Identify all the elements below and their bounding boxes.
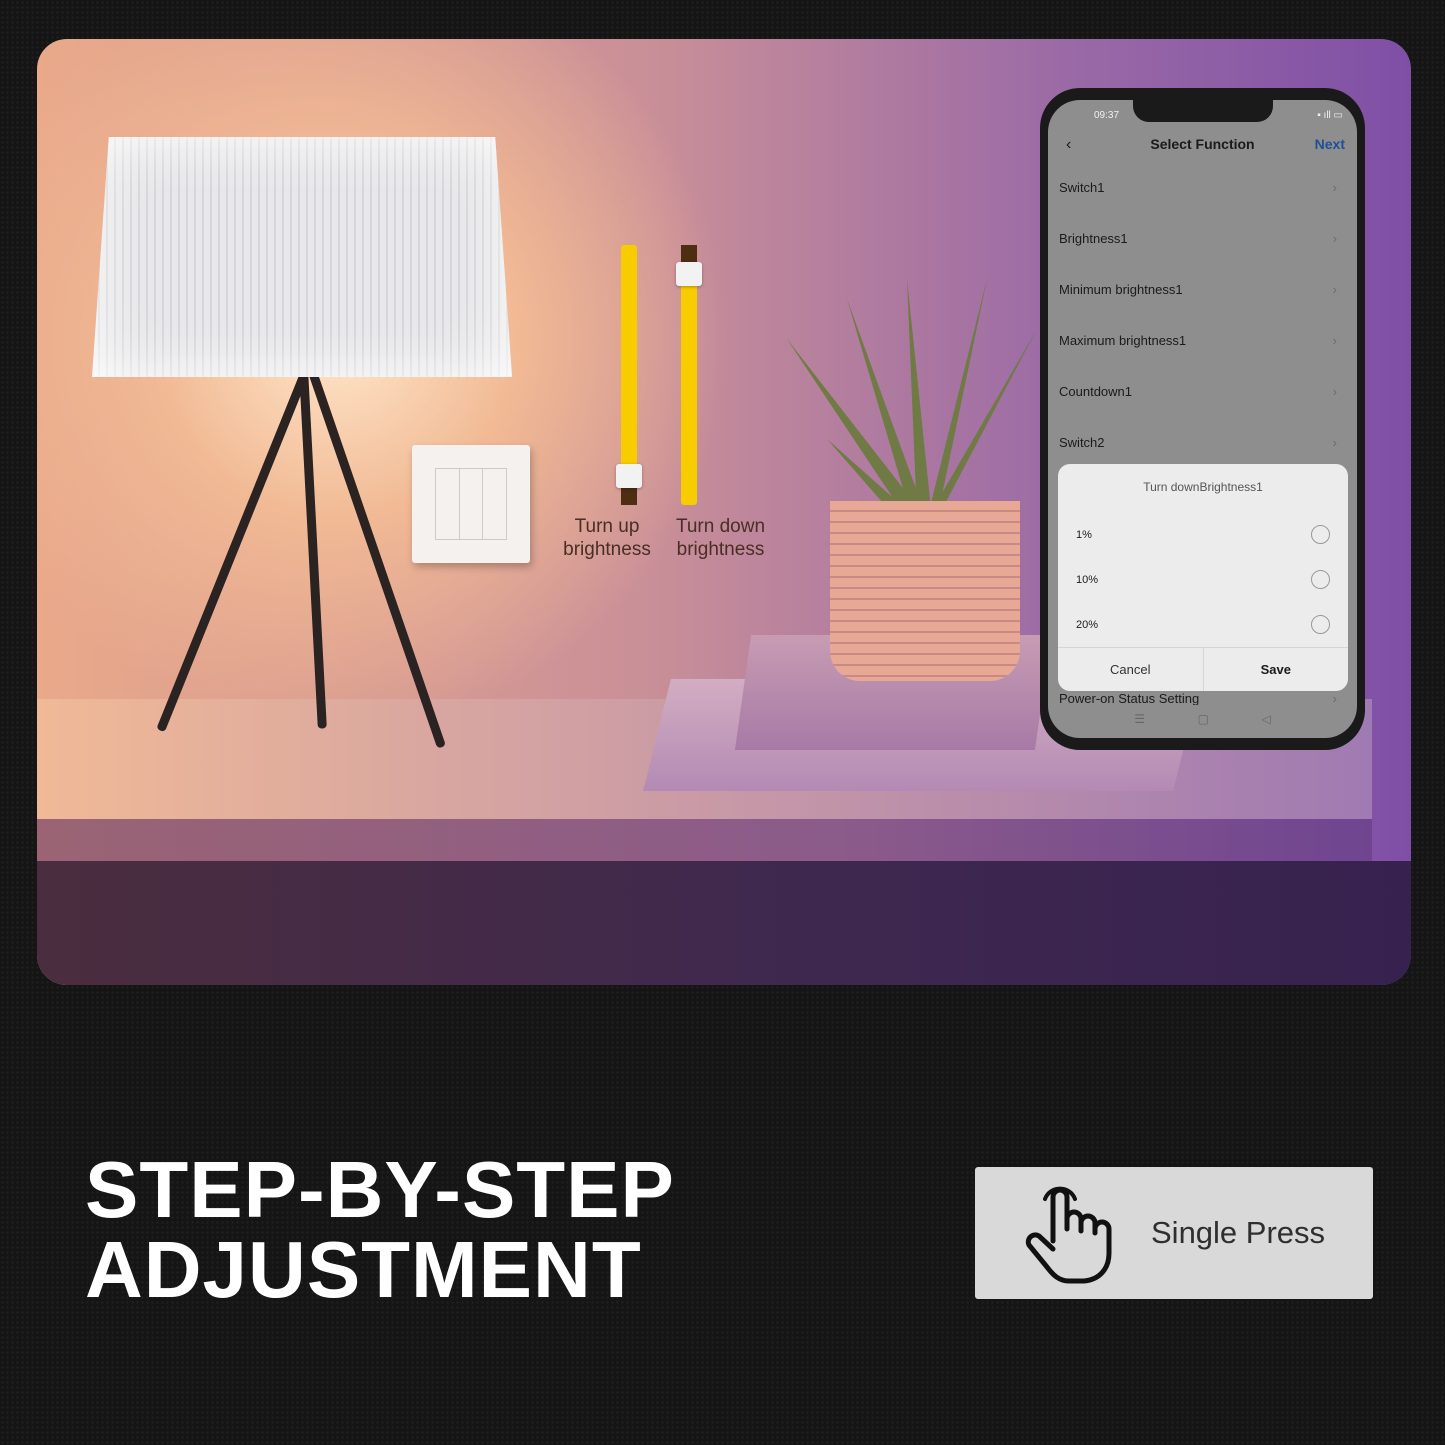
status-time: 09:37 xyxy=(1094,110,1120,121)
headline: STEP-BY-STEP ADJUSTMENT xyxy=(85,1150,675,1310)
option-row[interactable]: 1% xyxy=(1076,525,1330,544)
option-label: 20% xyxy=(1076,618,1099,631)
hand-pointer-icon xyxy=(1025,1186,1112,1284)
brightness-up-slider xyxy=(616,245,642,505)
option-row[interactable]: 20% xyxy=(1076,615,1330,634)
option-row[interactable]: 10% xyxy=(1076,570,1330,589)
next-button[interactable]: Next xyxy=(1315,136,1345,152)
item-label: Countdown1 xyxy=(1059,384,1132,399)
lamp-leg xyxy=(299,368,327,729)
list-item[interactable]: Brightness1 › xyxy=(1059,231,1337,251)
radio-button[interactable] xyxy=(1311,570,1330,589)
radio-button[interactable] xyxy=(1311,615,1330,634)
chevron-right-icon: › xyxy=(1332,691,1337,705)
item-label: Power-on Status Setting xyxy=(1059,691,1200,705)
menu-icon[interactable]: ☰ xyxy=(1134,712,1145,726)
single-press-badge: Single Press xyxy=(975,1167,1373,1299)
headline-line: STEP-BY-STEP xyxy=(85,1145,675,1234)
radio-button[interactable] xyxy=(1311,525,1330,544)
item-label: Brightness1 xyxy=(1059,231,1128,246)
chevron-right-icon: › xyxy=(1332,435,1337,450)
chevron-right-icon: › xyxy=(1332,384,1337,399)
single-press-label: Single Press xyxy=(1151,1215,1326,1250)
table-front xyxy=(37,861,1411,985)
page-title: Select Function xyxy=(1150,136,1255,152)
list-item[interactable]: Switch2 › xyxy=(1059,435,1337,455)
brightness-dialog: Turn downBrightness1 1% 10% 20% Cancel S… xyxy=(1058,464,1348,691)
option-label: 10% xyxy=(1076,573,1099,586)
app-header: ‹ Select Function Next xyxy=(1048,136,1357,166)
item-label: Maximum brightness1 xyxy=(1059,333,1187,348)
turn-up-label: Turn up brightness xyxy=(542,515,672,561)
chevron-right-icon: › xyxy=(1332,282,1337,297)
list-item[interactable]: Maximum brightness1 › xyxy=(1059,333,1337,353)
list-item[interactable]: Minimum brightness1 › xyxy=(1059,282,1337,302)
back-icon[interactable]: ◁ xyxy=(1261,712,1270,726)
plant xyxy=(787,279,1037,519)
plant-pot xyxy=(830,501,1020,681)
item-label: Switch2 xyxy=(1059,435,1105,450)
status-icons: ▪ ıll ▭ xyxy=(1317,110,1343,121)
option-label: 1% xyxy=(1076,528,1092,541)
save-button[interactable]: Save xyxy=(1204,648,1349,691)
product-scene: Turn up brightness Turn down brightness … xyxy=(37,39,1411,985)
dialog-title: Turn downBrightness1 xyxy=(1143,480,1263,494)
cancel-button[interactable]: Cancel xyxy=(1058,648,1204,691)
wall-switch xyxy=(412,445,530,563)
chevron-right-icon: › xyxy=(1332,231,1337,246)
chevron-right-icon: › xyxy=(1332,333,1337,348)
list-item[interactable]: Power-on Status Setting › xyxy=(1059,691,1337,705)
turn-down-label: Turn down brightness xyxy=(663,515,778,561)
brightness-down-slider xyxy=(676,245,702,505)
home-icon[interactable]: ▢ xyxy=(1198,712,1209,726)
label-line: brightness xyxy=(563,539,651,560)
headline-line: ADJUSTMENT xyxy=(85,1225,642,1314)
label-line: brightness xyxy=(676,539,765,560)
table-edge xyxy=(37,819,1372,861)
phone: 09:37 ▪ ıll ▭ ‹ Select Function Next Swi… xyxy=(1040,88,1365,750)
item-label: Switch1 xyxy=(1059,180,1105,195)
chevron-right-icon: › xyxy=(1332,180,1337,195)
phone-screen: 09:37 ▪ ıll ▭ ‹ Select Function Next Swi… xyxy=(1048,100,1357,738)
label-line: Turn up xyxy=(574,516,640,537)
list-item[interactable]: Countdown1 › xyxy=(1059,384,1337,404)
lamp-shade xyxy=(92,137,512,377)
item-label: Minimum brightness1 xyxy=(1059,282,1183,297)
nav-bar: ☰ ▢ ◁ xyxy=(1048,712,1357,726)
label-line: Turn down xyxy=(675,516,766,537)
lamp-leg xyxy=(156,367,311,733)
list-item[interactable]: Switch1 › xyxy=(1059,180,1337,200)
